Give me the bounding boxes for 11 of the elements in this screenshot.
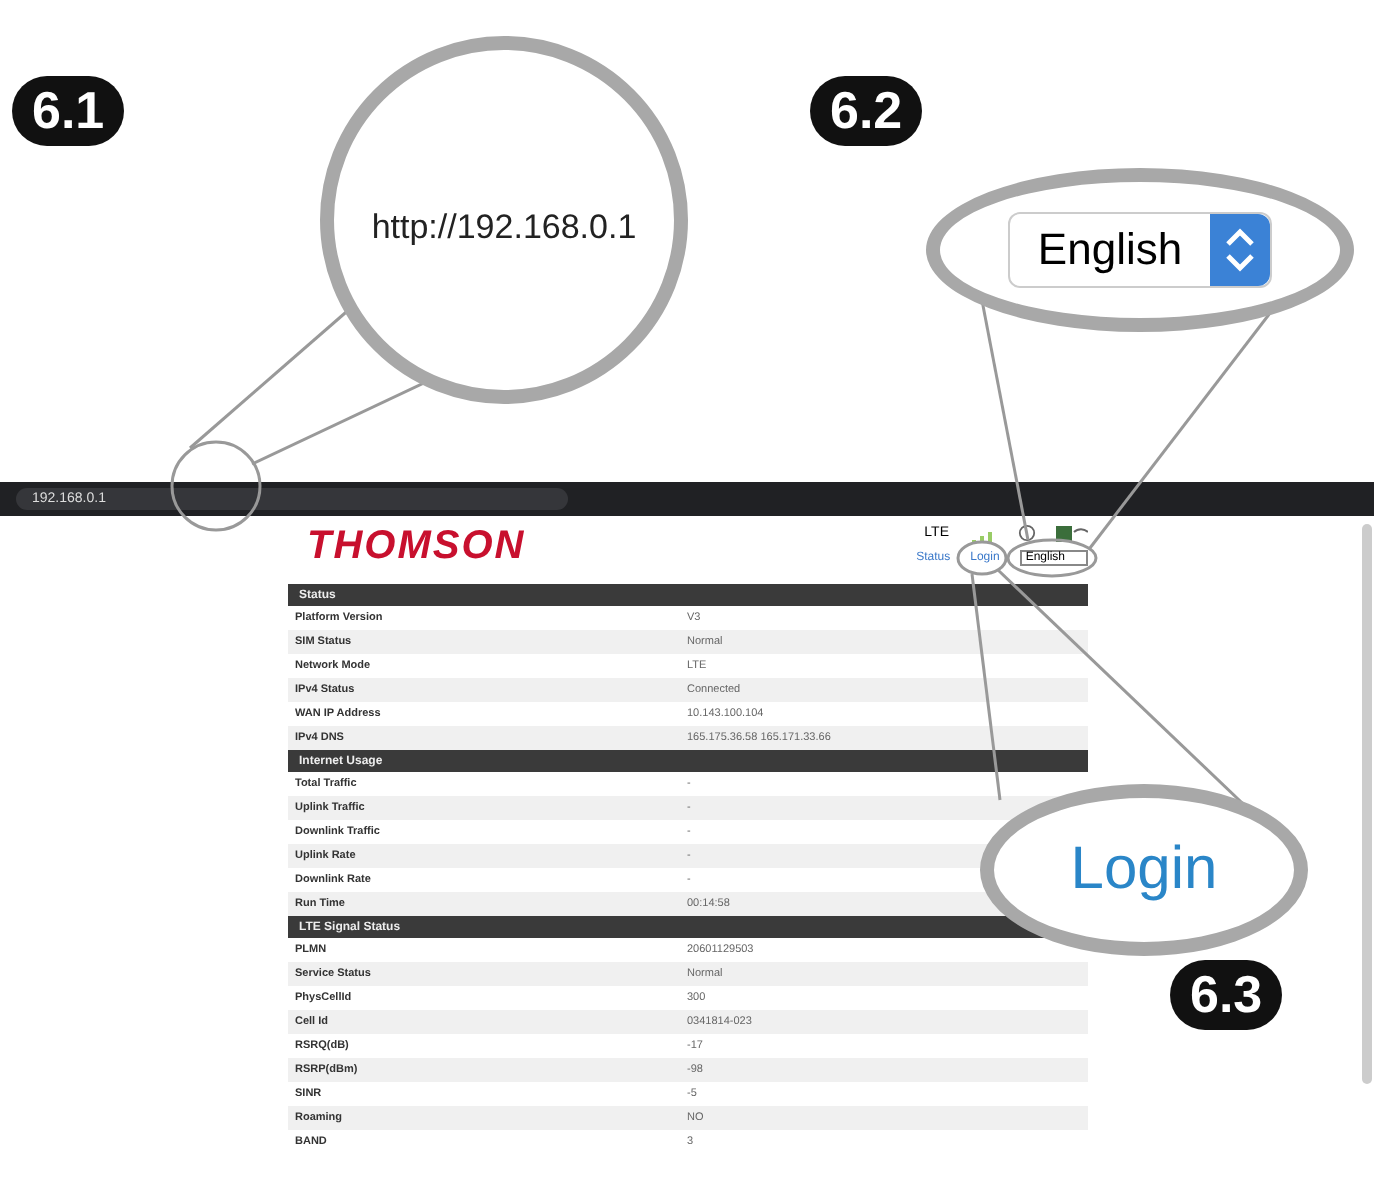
brand-logo: THOMSON bbox=[307, 524, 526, 570]
updown-icon bbox=[1210, 214, 1271, 286]
login-link[interactable]: Login bbox=[1070, 836, 1218, 904]
globe-icon bbox=[1017, 524, 1035, 542]
step-badge: 6.2 bbox=[810, 76, 923, 146]
wifi-icon bbox=[1055, 524, 1087, 542]
language-select[interactable]: English bbox=[1007, 212, 1273, 288]
step-badge: 6.1 bbox=[12, 76, 125, 146]
url-text: http://192.168.0.1 bbox=[371, 208, 637, 248]
step-badge: 6.3 bbox=[1170, 960, 1283, 1030]
highlight-ring bbox=[170, 440, 262, 532]
